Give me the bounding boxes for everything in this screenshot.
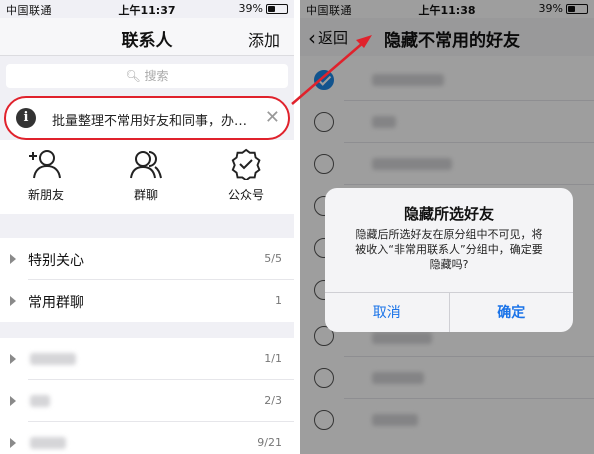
dialog-message: 隐藏后所选好友在原分组中不可见，将 被收入“非常用联系人”分组中，确定要 隐藏吗… [355,228,543,271]
official-accounts-entry[interactable]: 公众号 [206,148,286,203]
official-account-icon [231,148,261,180]
blurred-name [30,437,66,449]
group-name: 常用群聊 [28,295,84,311]
battery-icon [266,3,288,14]
group-chat-icon [130,151,162,179]
expand-arrow-icon [10,254,16,264]
close-icon[interactable]: ✕ [265,107,280,128]
group-count: 9/21 [257,436,282,449]
group-name: 特别关心 [28,253,84,269]
add-friend-icon [29,150,61,179]
search-bar[interactable]: 🔍︎ 搜索 [6,64,288,88]
expand-arrow-icon [10,438,16,448]
group-count: 1 [275,294,282,307]
expand-arrow-icon [10,296,16,306]
tip-banner[interactable]: i 批量整理不常用好友和同事，办… ✕ [4,96,290,140]
contacts-screen: 中国联通 上午11:37 39% 联系人 添加 🔍︎ 搜索 i 批量整理不常用好… [0,0,294,454]
group-count: 5/5 [264,252,282,265]
group-chat-label: 群聊 [133,188,158,202]
new-friends-entry[interactable]: 新朋友 [6,148,86,203]
hide-friends-screen: 中国联通 上午11:38 39% ‹ 返回 隐藏不常用的好友 隐藏所选好友 隐藏… [300,0,594,454]
expand-arrow-icon [10,396,16,406]
group-frequent-chats[interactable]: 常用群聊 1 [0,280,294,322]
group-chat-entry[interactable]: 群聊 [106,148,186,203]
nav-bar: 联系人 添加 [0,18,294,56]
group-row[interactable]: 2/3 [0,380,294,422]
add-button[interactable]: 添加 [248,27,280,51]
battery-percent: 39% [238,2,263,15]
group-row[interactable]: 9/21 [0,422,294,454]
confirm-button[interactable]: 确定 [448,293,574,332]
group-count: 2/3 [264,394,282,407]
confirm-dialog: 隐藏所选好友 隐藏后所选好友在原分组中不可见，将 被收入“非常用联系人”分组中，… [325,188,573,332]
dialog-title: 隐藏所选好友 [403,205,494,223]
blurred-name [30,395,50,407]
new-friends-label: 新朋友 [27,188,64,202]
dialog-buttons: 取消 确定 [325,292,573,332]
battery-indicator: 39% [239,2,288,15]
info-icon: i [16,108,36,128]
tip-text: 批量整理不常用好友和同事，办… [52,114,248,129]
status-bar: 中国联通 上午11:37 39% [0,0,294,18]
expand-arrow-icon [10,354,16,364]
official-accounts-label: 公众号 [227,188,264,202]
group-count: 1/1 [264,352,282,365]
search-icon: 🔍︎ [125,69,141,83]
group-row[interactable]: 1/1 [0,338,294,380]
search-placeholder: 搜索 [144,69,169,83]
group-special-care[interactable]: 特别关心 5/5 [0,238,294,280]
quick-entries: 新朋友 群聊 公众号 [0,140,294,214]
cancel-button[interactable]: 取消 [325,293,449,332]
blurred-name [30,353,76,365]
